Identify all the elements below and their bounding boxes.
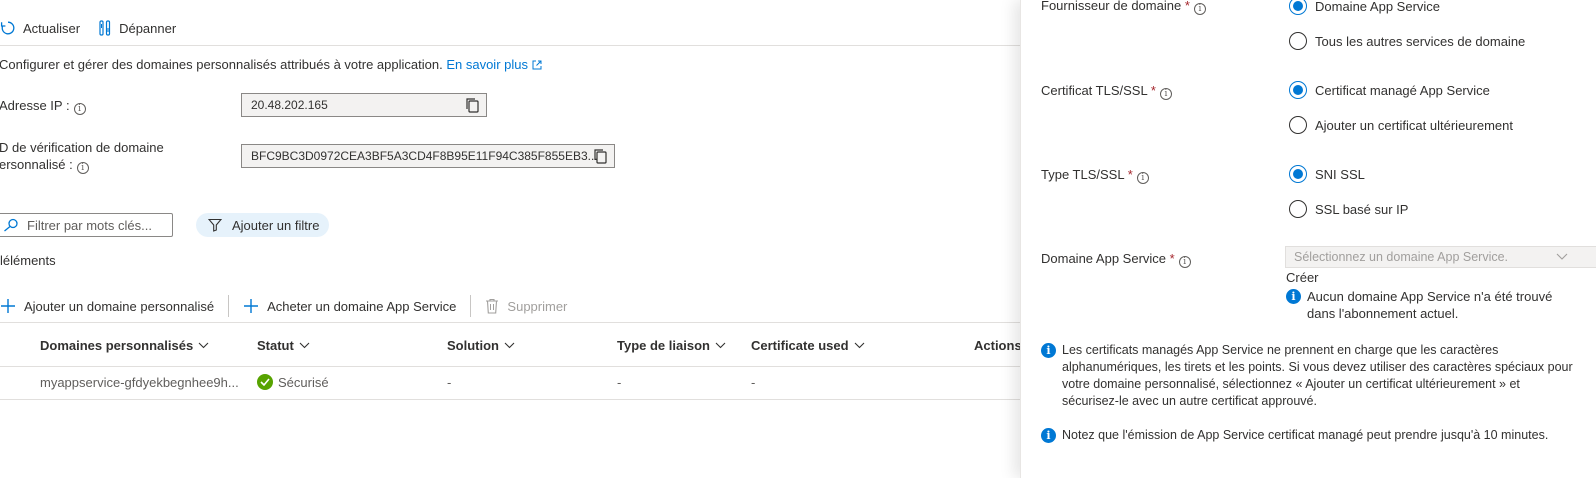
table-divider [0, 322, 1040, 323]
info-icon: i [1041, 343, 1056, 358]
column-header-binding-type[interactable]: Type de liaison [617, 338, 726, 353]
info-icon: i [1286, 289, 1301, 304]
radio-managed-certificate[interactable]: Certificat managé App Service [1289, 81, 1490, 99]
action-divider [228, 295, 230, 317]
chevron-down-icon [504, 342, 515, 349]
info-icon[interactable]: i [1136, 172, 1149, 184]
domain-actions-bar: Ajouter un domaine personnalisé Acheter … [0, 294, 567, 318]
add-filter-button[interactable]: Ajouter un filtre [196, 213, 330, 237]
ip-address-value: 20.48.202.165 [251, 98, 328, 112]
search-icon [4, 218, 18, 232]
binding-cell: - [617, 375, 622, 390]
certificate-cell: - [751, 375, 756, 390]
column-header-status[interactable]: Statut [257, 338, 310, 353]
trash-icon [486, 298, 499, 314]
troubleshoot-label: Dépanner [119, 20, 177, 36]
dropdown-placeholder: Sélectionnez un domaine App Service. [1294, 250, 1509, 264]
radio-button[interactable] [1289, 200, 1307, 218]
items-count: léléments [0, 253, 56, 268]
radio-button[interactable] [1289, 81, 1307, 99]
command-bar: Actualiser Dépanner [0, 16, 194, 40]
info-icon[interactable]: i [1193, 3, 1206, 15]
create-link[interactable]: Créer [1286, 270, 1319, 285]
issuance-time-note: i Notez que l'émission de App Service ce… [1041, 427, 1548, 444]
page-description: Configurer et gérer des domaines personn… [0, 57, 542, 72]
radio-other-domain-services[interactable]: Tous les autres services de domaine [1289, 32, 1525, 50]
radio-button[interactable] [1289, 0, 1307, 15]
copy-icon[interactable] [592, 148, 608, 164]
buy-domain-button[interactable]: Acheter un domaine App Service [243, 298, 456, 314]
column-header-actions: Actions [974, 338, 1022, 353]
add-domain-panel: Fournisseur de domaine * i Domaine App Se… [1020, 0, 1596, 478]
column-header-domain[interactable]: Domaines personnalisés [40, 338, 209, 353]
plus-icon [244, 299, 259, 313]
info-icon[interactable]: i [76, 162, 89, 174]
column-header-certificate[interactable]: Certificate used [751, 338, 865, 353]
domain-provider-label: Fournisseur de domaine * i [1041, 0, 1206, 15]
chevron-down-icon [715, 342, 726, 349]
plus-icon [1, 299, 15, 313]
app-service-domain-dropdown[interactable]: Sélectionnez un domaine App Service. [1285, 246, 1596, 268]
refresh-label: Actualiser [23, 20, 81, 36]
verification-id-label: D de vérification de domaine ersonnalisé… [0, 140, 164, 174]
add-filter-label: Ajouter un filtre [232, 217, 320, 233]
verification-id-value: BFC9BC3D0972CEA3BF5A3CD4F8B95E11F94C385F… [251, 149, 598, 163]
tls-type-label: Type TLS/SSL * i [1041, 167, 1149, 184]
radio-button[interactable] [1289, 165, 1307, 183]
verification-id-field[interactable]: BFC9BC3D0972CEA3BF5A3CD4F8B95E11F94C385F… [241, 144, 615, 168]
managed-certificate-note: i Les certificats managés App Service ne… [1041, 342, 1573, 410]
table-row[interactable]: myappservice-gfdyekbegnhee9h... Sécurisé… [0, 367, 1040, 400]
chevron-down-icon [854, 342, 864, 349]
radio-button[interactable] [1289, 116, 1307, 134]
toolbar-divider [0, 45, 1040, 46]
info-icon[interactable]: i [1159, 88, 1172, 100]
app-service-domain-label: Domaine App Service * i [1041, 251, 1191, 268]
info-icon: i [1041, 428, 1056, 443]
wrench-icon [99, 20, 111, 36]
learn-more-link[interactable]: En savoir plus [446, 57, 542, 72]
add-custom-domain-button[interactable]: Ajouter un domaine personnalisé [0, 298, 214, 314]
copy-icon[interactable] [464, 97, 480, 113]
status-cell: Sécurisé [257, 374, 329, 390]
filter-icon [208, 218, 222, 232]
column-header-solution[interactable]: Solution [447, 338, 515, 353]
no-domain-message: i Aucun domaine App Service n'a été trou… [1286, 288, 1552, 322]
ip-address-label: Adresse IP :i [0, 97, 86, 115]
info-icon[interactable]: i [73, 103, 86, 115]
chevron-down-icon [299, 342, 310, 349]
description-text: Configurer et gérer des domaines personn… [0, 57, 443, 72]
custom-domains-pane: Actualiser Dépanner Configurer et gérer … [0, 0, 1040, 478]
filter-input[interactable]: Filtrer par mots clés... [0, 213, 173, 237]
radio-add-certificate-later[interactable]: Ajouter un certificat ultérieurement [1289, 116, 1513, 134]
radio-app-service-domain[interactable]: Domaine App Service [1289, 0, 1440, 15]
domain-cell: myappservice-gfdyekbegnhee9h... [40, 375, 239, 390]
chevron-down-icon [198, 342, 209, 349]
delete-button[interactable]: Supprimer [485, 298, 567, 314]
external-link-icon [532, 60, 542, 70]
ip-address-field[interactable]: 20.48.202.165 [241, 93, 487, 117]
troubleshoot-button[interactable]: Dépanner [98, 20, 176, 36]
refresh-icon [0, 21, 15, 35]
filter-placeholder: Filtrer par mots clés... [27, 217, 152, 233]
solution-cell: - [447, 375, 452, 390]
radio-button[interactable] [1289, 32, 1307, 50]
chevron-down-icon [1556, 253, 1568, 260]
info-icon[interactable]: i [1178, 256, 1191, 268]
certificate-label: Certificat TLS/SSL * i [1041, 83, 1172, 100]
refresh-button[interactable]: Actualiser [0, 20, 80, 36]
radio-sni-ssl[interactable]: SNI SSL [1289, 165, 1365, 183]
radio-ip-ssl[interactable]: SSL basé sur IP [1289, 200, 1408, 218]
action-divider [470, 295, 472, 317]
success-check-icon [257, 374, 273, 390]
